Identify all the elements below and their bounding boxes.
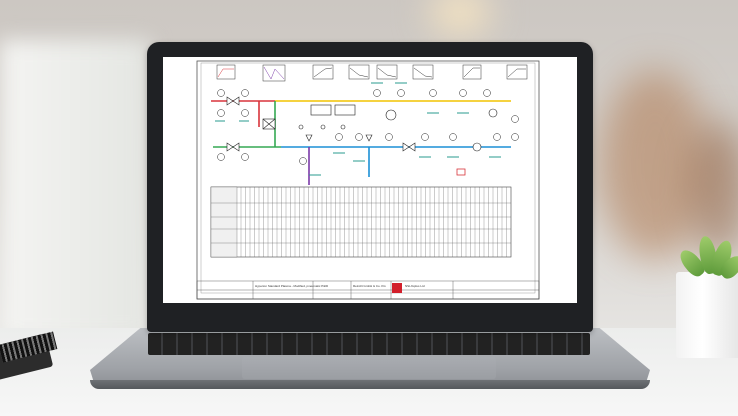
instrument [373,89,381,97]
mini-chart-line [507,68,526,78]
control-valve [365,134,373,142]
valve [408,142,416,152]
pump [472,142,482,152]
valve [226,142,234,152]
instrument [217,109,225,117]
company-logo [392,283,402,293]
pipes [211,100,511,185]
valve [226,96,234,106]
drawing-frame [196,60,540,300]
project-title: Hyperion Standard Plasma - Modified, pne… [255,284,329,288]
instrument [241,89,249,97]
instrument [483,89,491,97]
instrument [449,133,457,141]
mini-chart [312,64,334,80]
top-charts [216,64,528,82]
instrument [511,115,519,123]
instrument [299,157,307,165]
valve [232,142,240,152]
annotations [215,82,501,176]
laptop-keyboard [148,333,590,355]
mini-chart-line [377,67,397,78]
io-table-header-col [210,186,238,258]
instrument [241,109,249,117]
pump-box [334,104,356,116]
pump-box [310,104,332,116]
background-shelf-right [690,120,738,260]
mini-chart-line [349,67,369,78]
vendor-name: NSL/Gplus Ltd [405,284,425,288]
company-name: Retrofit GmbH & Co. KG [353,284,386,288]
valve-node [298,124,304,130]
instrument [385,133,393,141]
mini-chart-line [263,66,285,80]
instrument [217,89,225,97]
equipment [226,96,498,152]
control-valve [305,134,313,142]
valve [232,96,240,106]
instrument [241,153,249,161]
mini-chart [376,64,398,80]
mini-chart-line [413,67,433,78]
mini-chart-line [463,67,480,78]
instrument [493,133,501,141]
valve-node [320,124,326,130]
mini-chart-line [313,67,333,78]
laptop-screen: Hyperion Standard Plasma - Modified, pne… [163,57,577,303]
laptop-trackpad [242,357,496,379]
background-window [0,40,150,340]
alarm-box [456,168,466,176]
instrument [459,89,467,97]
instrument [511,133,519,141]
valve-node [340,124,346,130]
drawing-inner-frame [200,62,536,294]
laptop-front-edge [90,380,650,389]
pump [488,108,498,118]
instrument [335,133,343,141]
instrument [429,89,437,97]
mini-chart [348,64,370,80]
plant-pot [676,272,738,358]
photo-scene: Hyperion Standard Plasma - Modified, pne… [0,0,738,416]
mini-chart [262,64,286,82]
mini-chart [462,64,482,80]
pid-drawing: Hyperion Standard Plasma - Modified, pne… [196,60,540,300]
mini-chart [216,64,236,80]
instrument [397,89,405,97]
background-lamp [430,0,490,34]
instrument [355,133,363,141]
instrument [217,153,225,161]
instrument [421,133,429,141]
pump [385,109,397,121]
mini-chart [506,64,528,80]
valve [402,142,410,152]
io-table-columns [240,187,507,257]
mini-chart-line [217,68,234,78]
